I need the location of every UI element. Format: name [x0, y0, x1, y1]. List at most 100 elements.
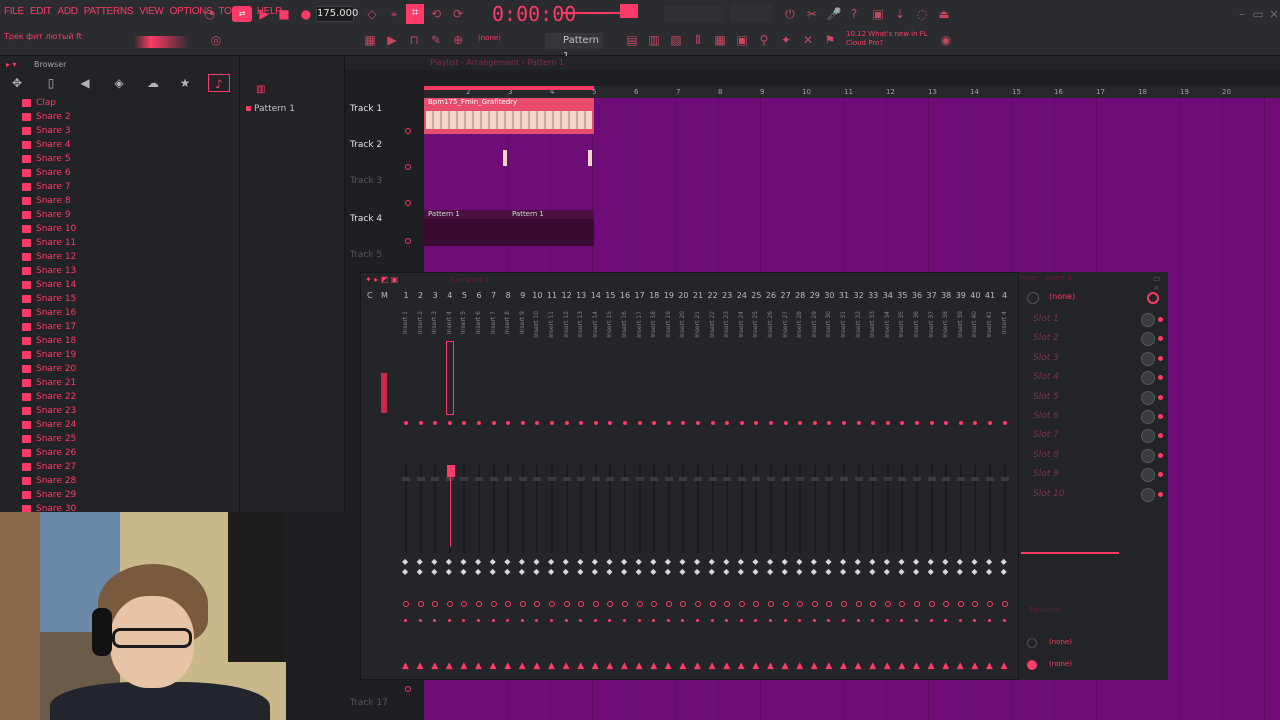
- mixer-fx-knob[interactable]: [592, 601, 599, 607]
- mixer-enable-dot[interactable]: [696, 619, 699, 622]
- mixer-link-down-icon[interactable]: ◆: [490, 567, 496, 576]
- effect-slot[interactable]: Slot 8: [1025, 448, 1165, 464]
- music-note-icon[interactable]: ♪: [208, 74, 230, 92]
- pattern-selector[interactable]: Pattern 1: [545, 33, 603, 62]
- mixer-enable-dot[interactable]: [958, 619, 962, 622]
- mixer-send-dot[interactable]: [1002, 421, 1007, 425]
- effect-slot[interactable]: Slot 10: [1025, 487, 1165, 503]
- mixer-track[interactable]: 11 Insert 11 ◆ ◆ ▲: [545, 287, 559, 677]
- mixer-link-up-icon[interactable]: ◆: [767, 557, 773, 566]
- browser-item[interactable]: Snare 14: [22, 278, 76, 292]
- browser-item[interactable]: Snare 4: [22, 138, 76, 152]
- mixer-send-dot[interactable]: [535, 421, 540, 425]
- mixer-fx-knob[interactable]: [432, 601, 439, 607]
- effect-slot-mix-knob[interactable]: [1141, 332, 1155, 347]
- mixer-fx-knob[interactable]: [724, 601, 731, 607]
- mixer-link-up-icon[interactable]: ◆: [606, 557, 612, 566]
- mixer-fader-knob[interactable]: [781, 477, 790, 481]
- mixer-fader-knob[interactable]: [840, 477, 848, 481]
- mixer-send-dot[interactable]: [564, 421, 569, 425]
- mixer-track[interactable]: 1 Insert 1 ◆ ◆ ▲: [399, 287, 413, 677]
- browser-item[interactable]: Snare 28: [22, 474, 76, 488]
- mixer-link-down-icon[interactable]: ◆: [475, 567, 481, 576]
- mixer-fader-knob[interactable]: [708, 477, 717, 481]
- metronome-icon[interactable]: ◇: [364, 6, 380, 22]
- mixer-fader-knob[interactable]: [402, 477, 410, 481]
- mixer-link-up-icon[interactable]: ◆: [752, 557, 758, 566]
- effect-slot-enable[interactable]: [1158, 394, 1163, 400]
- browser-item[interactable]: Snare 29: [22, 488, 76, 502]
- mixer-fader-knob[interactable]: [635, 477, 644, 481]
- mixer-fx-knob[interactable]: [899, 601, 906, 607]
- mixer-fx-knob[interactable]: [943, 601, 950, 607]
- mixer-link-up-icon[interactable]: ◆: [986, 557, 992, 566]
- mixer-enable-dot[interactable]: [666, 619, 670, 622]
- piano-icon[interactable]: ▦: [362, 32, 378, 48]
- insert-preset-icon[interactable]: [1027, 292, 1039, 304]
- mixer-track[interactable]: 27 Insert 27 ◆ ◆ ▲: [779, 287, 793, 677]
- mixer-link-down-icon[interactable]: ◆: [592, 567, 598, 576]
- browser-item[interactable]: Snare 13: [22, 264, 76, 278]
- mixer-send-dot[interactable]: [404, 421, 408, 425]
- mixer-enable-dot[interactable]: [404, 619, 407, 622]
- mixer-route-icon[interactable]: ▲: [402, 661, 409, 671]
- playlist-icon[interactable]: ▥: [646, 32, 662, 48]
- mixer-link-down-icon[interactable]: ◆: [606, 567, 612, 576]
- chat-icon[interactable]: ◌: [914, 6, 930, 22]
- audio-slice-a[interactable]: [503, 150, 507, 166]
- mixer-link-down-icon[interactable]: ◆: [957, 567, 963, 576]
- mixer-link-up-icon[interactable]: ◆: [942, 557, 948, 566]
- mixer-fx-knob[interactable]: [797, 601, 804, 607]
- mixer-fx-knob[interactable]: [768, 601, 774, 607]
- menu-view[interactable]: VIEW: [139, 6, 164, 17]
- mixer-track[interactable]: 3 Insert 3 ◆ ◆ ▲: [428, 287, 442, 677]
- mixer-track[interactable]: 38 Insert 38 ◆ ◆ ▲: [939, 287, 953, 677]
- effect-slot-enable[interactable]: [1158, 491, 1163, 497]
- mixer-link-down-icon[interactable]: ◆: [796, 567, 802, 576]
- record-mode-icon[interactable]: ◉: [938, 32, 954, 48]
- mixer-fx-knob[interactable]: [811, 601, 818, 607]
- mixer-enable-dot[interactable]: [623, 619, 626, 622]
- tempo-tap-icon[interactable]: ✦: [778, 32, 794, 48]
- mixer-link-up-icon[interactable]: ◆: [1001, 557, 1007, 566]
- mixer-enable-dot[interactable]: [827, 619, 831, 622]
- mixer-track[interactable]: 14 Insert 14 ◆ ◆ ▲: [589, 287, 603, 677]
- master-volume-slider[interactable]: [562, 12, 620, 14]
- mixer-track[interactable]: 32 Insert 32 ◆ ◆ ▲: [852, 287, 866, 677]
- mixer-fx-knob[interactable]: [753, 601, 760, 607]
- playlist-titlebar[interactable]: Playlist - Arrangement › Pattern 1: [345, 56, 1280, 70]
- mixer-route-icon[interactable]: ▲: [563, 661, 570, 671]
- mixer-track[interactable]: 39 Insert 39 ◆ ◆ ▲: [954, 287, 968, 677]
- mixer-link-down-icon[interactable]: ◆: [738, 567, 744, 576]
- mixer-link-up-icon[interactable]: ◆: [913, 557, 919, 566]
- mixer-route-icon[interactable]: ▲: [738, 661, 745, 671]
- record-icon[interactable]: ●: [298, 6, 314, 22]
- mixer-track[interactable]: 8 Insert 8 ◆ ◆ ▲: [501, 287, 515, 677]
- mixer-fader-knob[interactable]: [752, 477, 761, 481]
- mixer-link-up-icon[interactable]: ◆: [650, 557, 656, 566]
- mixer-track[interactable]: 25 Insert 25 ◆ ◆ ▲: [749, 287, 763, 677]
- track-label-2[interactable]: Track 2: [350, 140, 382, 150]
- effect-slot-enable[interactable]: [1158, 414, 1163, 419]
- mixer-enable-dot[interactable]: [842, 619, 845, 622]
- insert-route-a[interactable]: (none): [1049, 638, 1072, 646]
- mixer-send-dot[interactable]: [550, 421, 554, 425]
- mixer-send-dot[interactable]: [958, 421, 963, 425]
- track-mute-17[interactable]: [405, 686, 411, 692]
- browser-item[interactable]: Snare 25: [22, 432, 76, 446]
- mixer-enable-dot[interactable]: [491, 619, 495, 622]
- mixer-enable-dot[interactable]: [1002, 619, 1006, 622]
- mixer-send-dot[interactable]: [433, 421, 438, 425]
- mixer-fader-knob[interactable]: [431, 477, 440, 481]
- mixer-track[interactable]: 31 Insert 31 ◆ ◆ ▲: [837, 287, 851, 677]
- mixer-link-down-icon[interactable]: ◆: [460, 567, 466, 576]
- mixer-route-icon[interactable]: ▲: [971, 661, 978, 671]
- mixer-enable-dot[interactable]: [681, 619, 685, 622]
- mixer-link-up-icon[interactable]: ◆: [446, 557, 452, 566]
- mixer-enable-dot[interactable]: [535, 619, 539, 622]
- effect-slot-mix-knob[interactable]: [1141, 351, 1155, 366]
- mixer-fx-knob[interactable]: [607, 601, 614, 607]
- mixer-send-dot[interactable]: [710, 421, 715, 425]
- mixer-menu-icon[interactable]: ✦ ▸ ◩ ▣: [365, 275, 398, 284]
- mixer-route-icon[interactable]: ▲: [533, 661, 540, 671]
